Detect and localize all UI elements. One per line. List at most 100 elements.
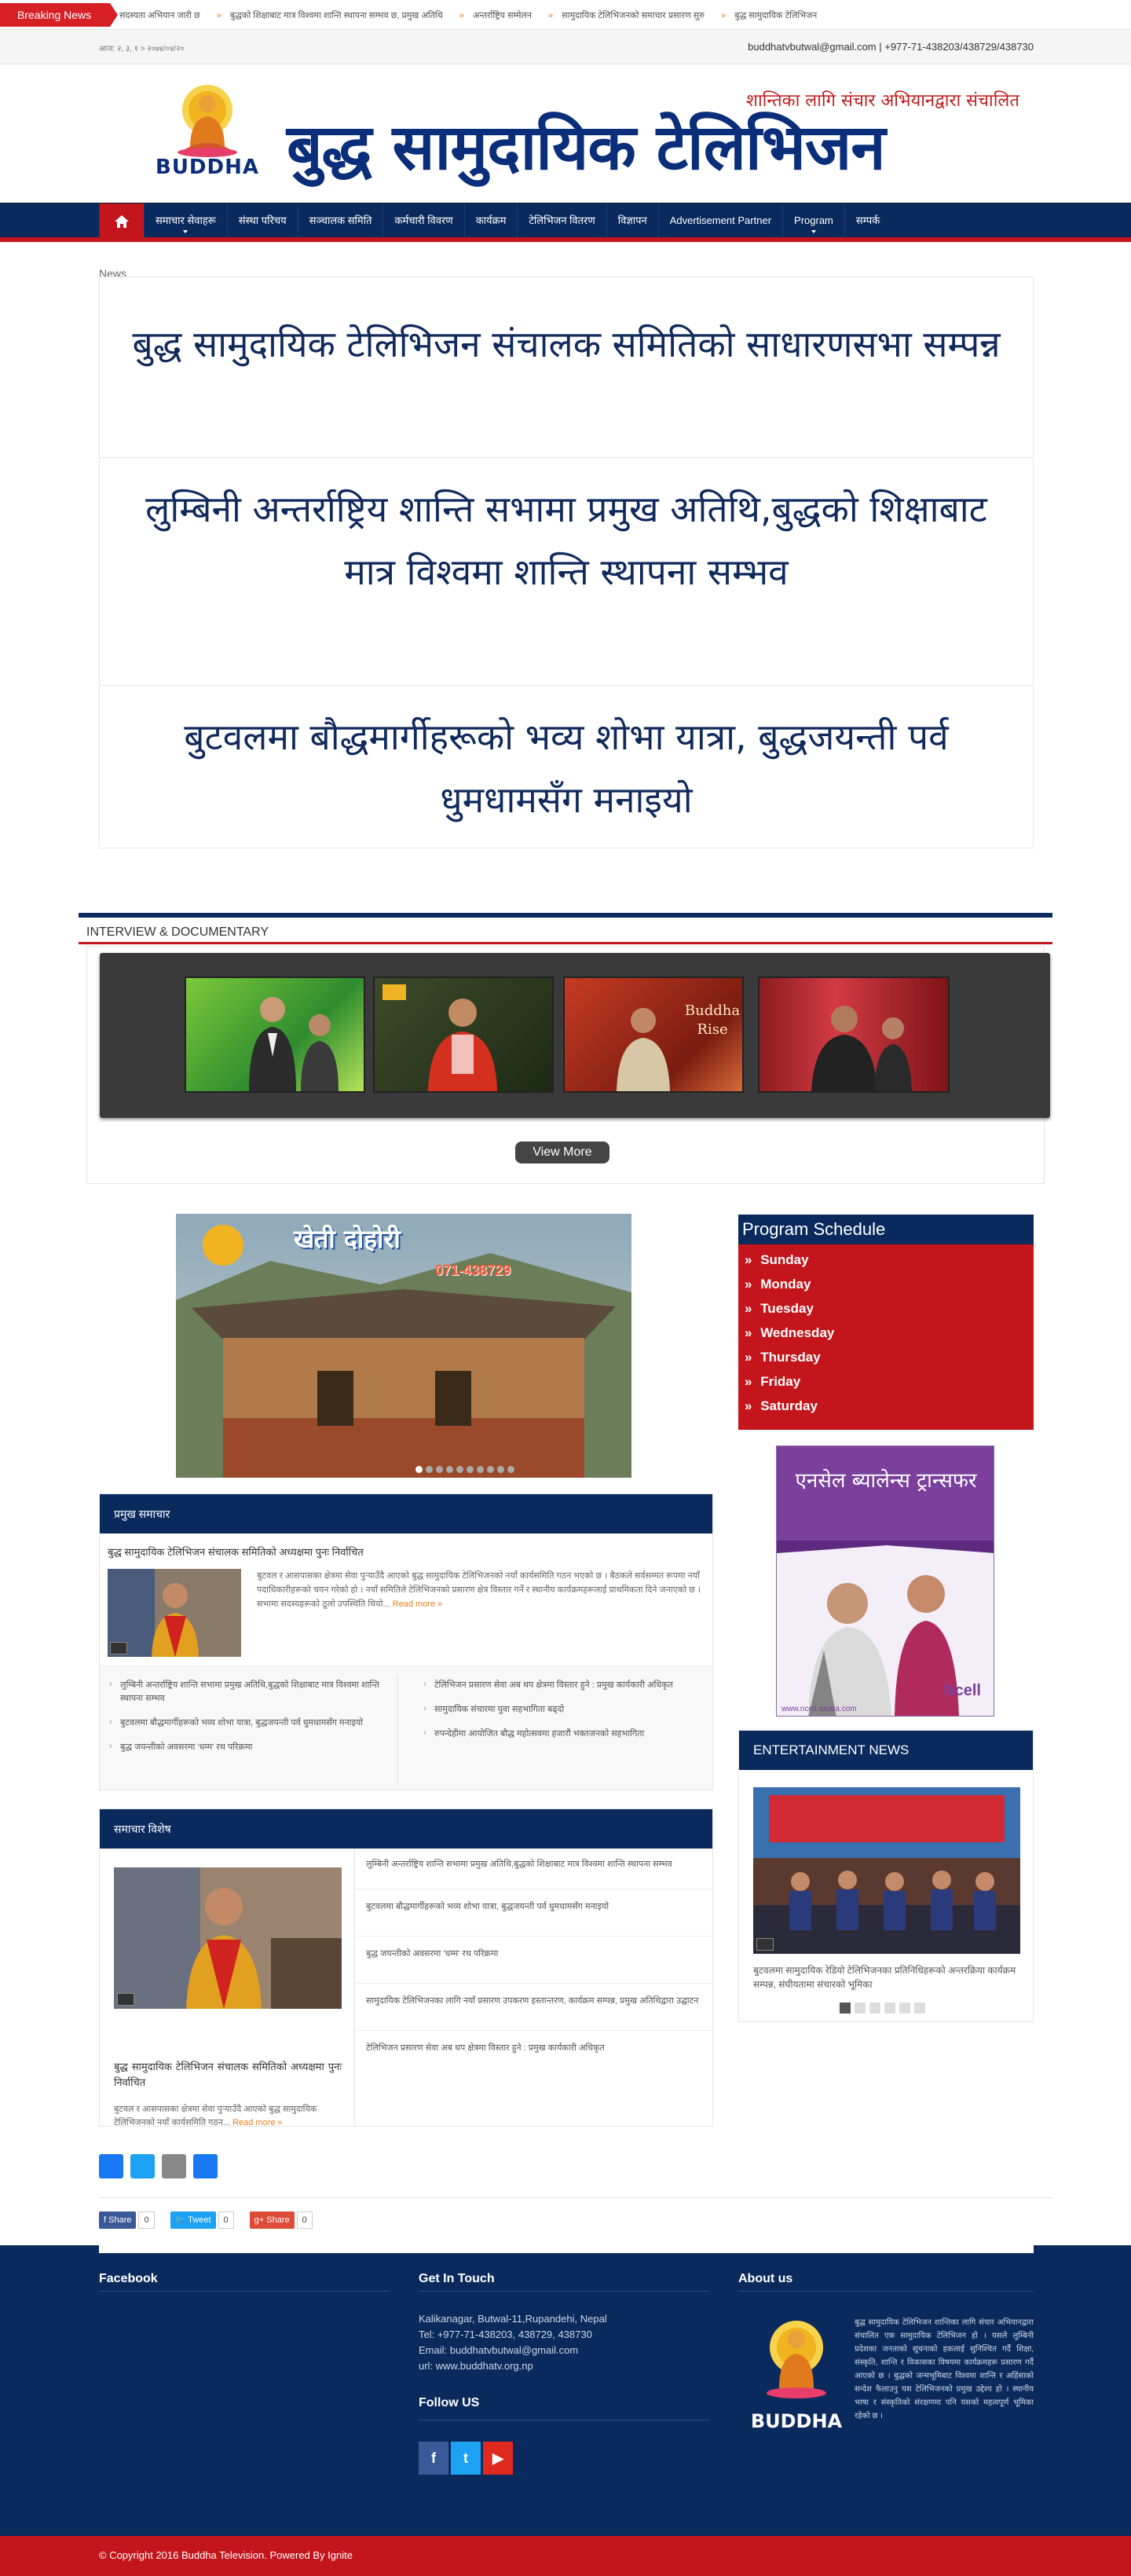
pager-dot[interactable] bbox=[914, 2003, 925, 2014]
headline-link[interactable]: बुटवलमा बौद्धमार्गीहरूको भव्य शोभा यात्र… bbox=[100, 686, 1033, 849]
nav-item-program[interactable]: Program bbox=[782, 203, 844, 238]
news-list-item[interactable]: रुपन्देहीमा आयोजित बौद्ध महोत्सवमा हजारौ… bbox=[414, 1723, 712, 1747]
copyright-text: © Copyright 2016 Buddha Television. Powe… bbox=[99, 2549, 353, 2561]
googleplus-share-counter[interactable]: g+ Share 0 bbox=[249, 2211, 313, 2229]
nav-item-distribution[interactable]: टेलिभिजन वितरण bbox=[517, 203, 606, 238]
twitter-share-icon[interactable] bbox=[130, 2154, 155, 2178]
schedule-day-link[interactable]: Tuesday bbox=[745, 1296, 1034, 1321]
header-contact: buddhatvbutwal@gmail.com | +977-71-43820… bbox=[748, 41, 1034, 53]
tweet-button[interactable]: 🐦 Tweet bbox=[170, 2211, 216, 2229]
schedule-day-link[interactable]: Wednesday bbox=[745, 1321, 1034, 1345]
schedule-day-link[interactable]: Monday bbox=[745, 1272, 1034, 1296]
slider-dot[interactable] bbox=[456, 1466, 463, 1473]
site-tagline: शान्तिका लागि संचार अभियानद्वारा संचालित bbox=[746, 91, 1019, 111]
featured-story-image[interactable] bbox=[114, 1867, 342, 2009]
featured-story: बुद्ध सामुदायिक टेलिभिजन संचालक समितिको … bbox=[100, 1849, 355, 2127]
breaking-news-ticker[interactable]: सदस्यता अभियान जारी छ » बुद्धको शिक्षाबा… bbox=[119, 9, 1125, 21]
nav-item-programs[interactable]: कार्यक्रम bbox=[463, 203, 518, 238]
featured-slider[interactable]: खेती दोहोरी 071-438729 bbox=[176, 1214, 631, 1478]
pager-dot[interactable] bbox=[899, 2003, 910, 2014]
nav-item-news-services[interactable]: समाचार सेवाहरू bbox=[144, 203, 227, 238]
schedule-day-link[interactable]: Friday bbox=[745, 1369, 1034, 1394]
interview-person-image bbox=[249, 997, 339, 1091]
nav-item-board[interactable]: सञ्चालक समिति bbox=[297, 203, 383, 238]
advertisement-banner[interactable]: एनसेल ब्यालेन्स ट्रान्सफर Ncell www.ncel… bbox=[776, 1446, 994, 1717]
headline-link[interactable]: लुम्बिनी अन्तर्राष्ट्रिय शान्ति सभामा प्… bbox=[100, 458, 1033, 686]
read-more-link[interactable]: Read more » bbox=[393, 1599, 443, 1609]
ticker-item[interactable]: बुद्धको शिक्षाबाट मात्र विश्वमा शान्ति स… bbox=[230, 11, 443, 20]
interview-documentary-section: INTERVIEW & DOCUMENTARY Buddha Rise View… bbox=[79, 913, 1052, 1184]
ticker-item[interactable]: बुद्ध सामुदायिक टेलिभिजन bbox=[734, 11, 817, 20]
addtoany-share-icon[interactable] bbox=[193, 2154, 218, 2178]
pager-dot[interactable] bbox=[840, 2003, 851, 2014]
slider-dot[interactable] bbox=[426, 1466, 433, 1473]
facebook-share-counter[interactable]: f Share 0 bbox=[99, 2211, 155, 2229]
slider-dot[interactable] bbox=[415, 1466, 423, 1473]
share-count: 0 bbox=[138, 2211, 155, 2229]
slider-dot[interactable] bbox=[446, 1466, 453, 1473]
schedule-day-link[interactable]: Saturday bbox=[745, 1394, 1034, 1418]
nav-item-contact[interactable]: सम्पर्क bbox=[844, 203, 891, 238]
schedule-day-link[interactable]: Thursday bbox=[745, 1345, 1034, 1369]
schedule-day-link[interactable]: Sunday bbox=[745, 1248, 1034, 1272]
nav-item-about[interactable]: संस्था परिचय bbox=[226, 203, 298, 238]
slider-dot[interactable] bbox=[487, 1466, 494, 1473]
video-thumbnail[interactable] bbox=[185, 977, 365, 1093]
twitter-icon[interactable]: t bbox=[451, 2442, 481, 2475]
nav-item-advertisement-partner[interactable]: Advertisement Partner bbox=[657, 203, 782, 238]
slider-dot[interactable] bbox=[467, 1466, 474, 1473]
story-list-item[interactable]: सामुदायिक टेलिभिजनका लागि नयाँ प्रसारण उ… bbox=[355, 1984, 713, 2031]
read-more-link[interactable]: Read more » bbox=[232, 2118, 283, 2127]
video-thumbnail[interactable]: Buddha Rise bbox=[563, 977, 744, 1093]
footer-logo-wordmark: BUDDHA bbox=[750, 2410, 843, 2432]
facebook-share-button[interactable]: f Share bbox=[99, 2211, 137, 2229]
ticker-item[interactable]: सदस्यता अभियान जारी छ bbox=[119, 11, 200, 20]
facebook-icon[interactable]: f bbox=[419, 2442, 448, 2475]
slider-dots bbox=[415, 1466, 514, 1473]
slider-dot[interactable] bbox=[477, 1466, 484, 1473]
entertainment-caption[interactable]: बुटवलमा सामुदायिक रेडियो टेलिभिजनका प्रत… bbox=[753, 1963, 1020, 1992]
site-title: बुद्ध सामुदायिक टेलिभिजन bbox=[287, 110, 886, 184]
video-thumbnail[interactable] bbox=[373, 977, 554, 1093]
nav-item-advertisement[interactable]: विज्ञापन bbox=[606, 203, 658, 238]
view-more-button[interactable]: View More bbox=[515, 1141, 609, 1163]
footer-url[interactable]: url: www.buddhatv.org.np bbox=[419, 2358, 533, 2374]
story-list-item[interactable]: बुटवलमा बौद्धमार्गीहरूको भव्य शोभा यात्र… bbox=[355, 1889, 713, 1937]
featured-story-title[interactable]: बुद्ध सामुदायिक टेलिभिजन संचालक समितिको … bbox=[114, 2059, 342, 2090]
nav-item-staff[interactable]: कर्मचारी विवरण bbox=[382, 203, 463, 238]
email-share-icon[interactable] bbox=[162, 2154, 186, 2178]
group-photo-image bbox=[753, 1787, 1020, 1954]
news-list-item[interactable]: सामुदायिक संचारमा युवा सहभागिता बढ्दो bbox=[414, 1698, 712, 1723]
news-list-item[interactable]: टेलिभिजन प्रसारण सेवा अब थप क्षेत्रमा वि… bbox=[414, 1674, 712, 1698]
pager-dot[interactable] bbox=[869, 2003, 880, 2014]
news-list-item[interactable]: बुद्ध जयन्तीको अवसरमा 'धम्म' रथ परिक्रमा bbox=[100, 1736, 397, 1761]
headline-link[interactable]: बुद्ध सामुदायिक टेलिभिजन संचालक समितिको … bbox=[100, 293, 1033, 458]
story-list-item[interactable]: बुद्ध जयन्तीको अवसरमा 'धम्म' रथ परिक्रमा bbox=[355, 1937, 713, 1984]
section-title: INTERVIEW & DOCUMENTARY bbox=[86, 925, 269, 939]
pager-dot[interactable] bbox=[884, 2003, 895, 2014]
news-list-item[interactable]: लुम्बिनी अन्तर्राष्ट्रिय शान्ति सभामा प्… bbox=[100, 1674, 397, 1712]
video-thumbnail[interactable] bbox=[758, 977, 950, 1093]
site-logo[interactable]: BUDDHA bbox=[145, 79, 270, 181]
slider-overlay-phone: 071-438729 bbox=[435, 1262, 511, 1278]
camera-icon bbox=[110, 1642, 127, 1654]
googleplus-share-button[interactable]: g+ Share bbox=[249, 2211, 295, 2229]
ticker-item[interactable]: सामुदायिक टेलिभिजनको समाचार प्रसारण सुरु bbox=[562, 11, 705, 20]
facebook-share-icon[interactable] bbox=[99, 2154, 123, 2178]
slider-dot[interactable] bbox=[507, 1466, 514, 1473]
story-list-item[interactable]: लुम्बिनी अन्तर्राष्ट्रिय शान्ति सभामा प्… bbox=[355, 1849, 713, 1889]
youtube-icon[interactable]: ▶ bbox=[483, 2442, 513, 2475]
entertainment-image[interactable] bbox=[753, 1787, 1020, 1954]
footer-email[interactable]: Email: buddhatvbutwal@gmail.com bbox=[419, 2343, 578, 2358]
breaking-news-bar: Breaking News सदस्यता अभियान जारी छ » बु… bbox=[0, 0, 1131, 30]
story-list-item[interactable]: टेलिभिजन प्रसारण सेवा अब थप क्षेत्रमा वि… bbox=[355, 2031, 713, 2078]
lead-story-title[interactable]: बुद्ध सामुदायिक टेलिभिजन संचालक समितिको … bbox=[108, 1545, 705, 1559]
ticker-item[interactable]: अन्तर्राष्ट्रिय सम्मेलन bbox=[473, 11, 532, 20]
pager-dot[interactable] bbox=[855, 2003, 866, 2014]
slider-dot[interactable] bbox=[436, 1466, 443, 1473]
news-list-item[interactable]: बुटवलमा बौद्धमार्गीहरूको भव्य शोभा यात्र… bbox=[100, 1712, 397, 1736]
nav-home-button[interactable] bbox=[99, 203, 144, 238]
slider-dot[interactable] bbox=[497, 1466, 504, 1473]
lead-story-image[interactable] bbox=[108, 1569, 241, 1657]
twitter-share-counter[interactable]: 🐦 Tweet 0 bbox=[170, 2211, 234, 2229]
